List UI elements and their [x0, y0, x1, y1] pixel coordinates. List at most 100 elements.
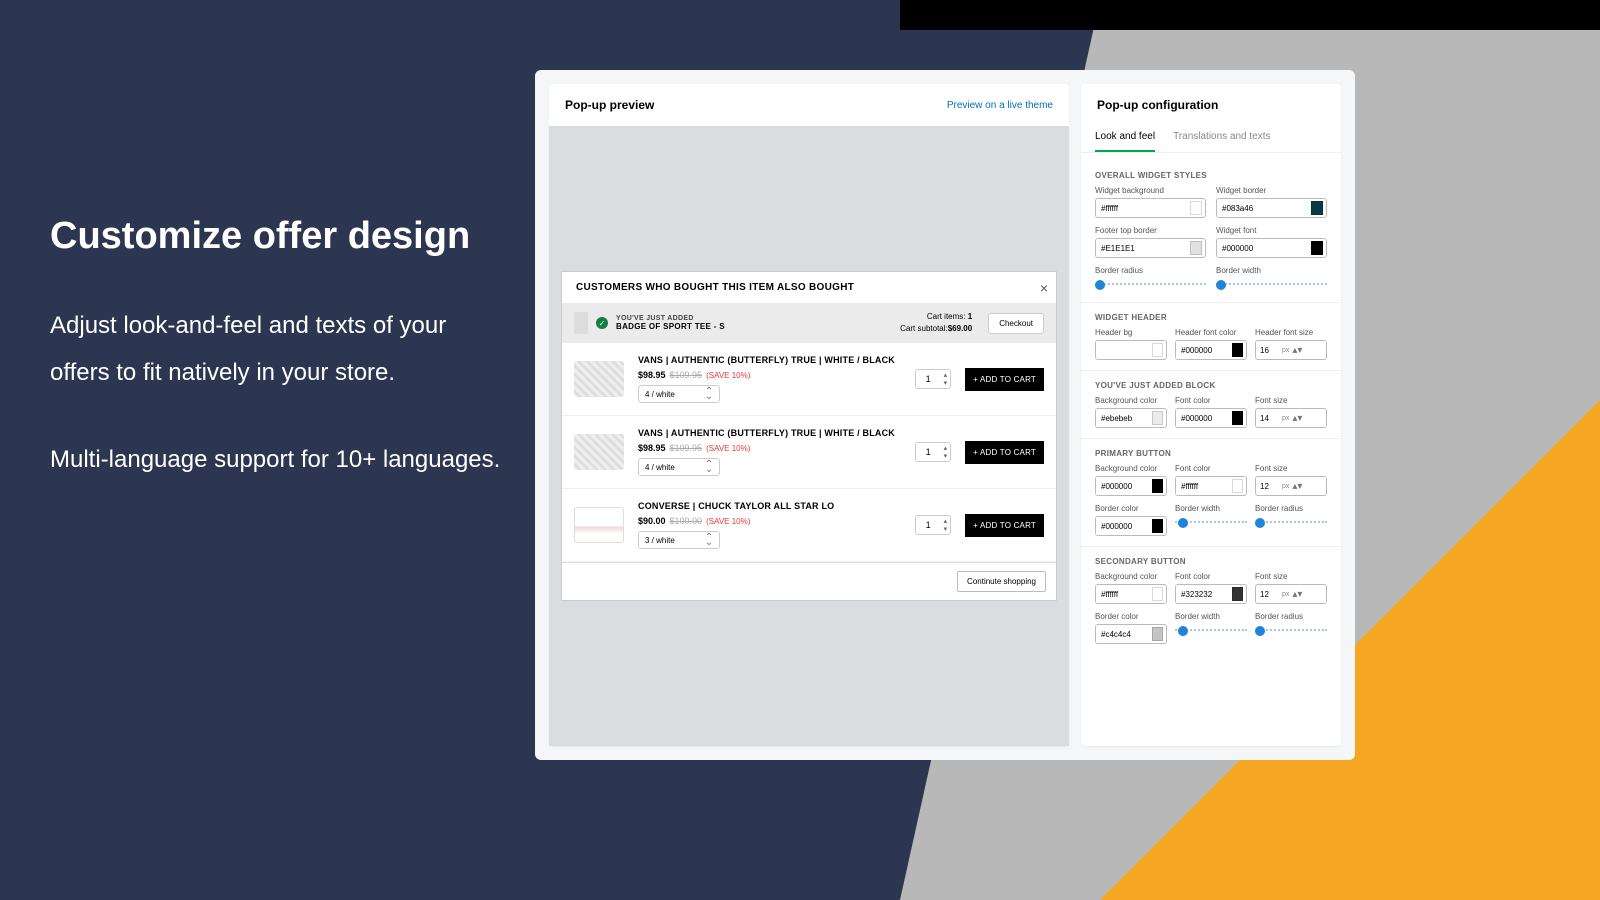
added-name: BADGE OF SPORT TEE - S: [616, 322, 892, 331]
product-info: CONVERSE | CHUCK TAYLOR ALL STAR LO $90.…: [638, 501, 901, 549]
slider-pbtn-border-radius[interactable]: [1255, 516, 1327, 530]
config-body[interactable]: OVERALL WIDGET STYLES Widget background …: [1081, 153, 1341, 746]
field-widget-border: Widget border: [1216, 186, 1327, 218]
product-thumb: [574, 507, 624, 543]
field-pbtn-border-color: Border color: [1095, 504, 1167, 536]
field-pbtn-font-color: Font color: [1175, 464, 1247, 496]
preview-live-link[interactable]: Preview on a live theme: [947, 100, 1053, 111]
product-row: VANS | AUTHENTIC (BUTTERFLY) TRUE | WHIT…: [562, 343, 1056, 416]
slider-border-radius[interactable]: [1095, 278, 1206, 292]
swatch-sbtn-font-color[interactable]: [1232, 587, 1243, 601]
product-list[interactable]: VANS | AUTHENTIC (BUTTERFLY) TRUE | WHIT…: [562, 343, 1056, 562]
slider-sbtn-border-width[interactable]: [1175, 624, 1247, 638]
add-to-cart-button[interactable]: + ADD TO CART: [965, 441, 1044, 464]
input-added-font-size[interactable]: [1256, 414, 1282, 423]
continue-row: Continute shopping: [562, 562, 1056, 600]
swatch-pbtn-font-color[interactable]: [1232, 479, 1243, 493]
input-pbtn-font-color[interactable]: [1176, 477, 1229, 495]
field-pbtn-border-width: Border width: [1175, 504, 1247, 536]
marketing-title: Customize offer design: [50, 215, 510, 258]
quantity-stepper[interactable]: 1▴▾: [915, 369, 952, 389]
field-pbtn-font-size: Font size px▴▾: [1255, 464, 1327, 496]
input-header-font-color[interactable]: [1176, 341, 1229, 359]
product-price: $90.00$100.00(SAVE 10%): [638, 516, 901, 526]
stepper-icon[interactable]: ▴▾: [1292, 592, 1302, 597]
checkout-button[interactable]: Checkout: [988, 313, 1044, 334]
swatch-pbtn-border-color[interactable]: [1152, 519, 1163, 533]
field-widget-font: Widget font: [1216, 226, 1327, 258]
input-added-bg[interactable]: [1096, 409, 1149, 427]
input-pbtn-bg[interactable]: [1096, 477, 1149, 495]
swatch-widget-bg[interactable]: [1190, 201, 1202, 215]
input-sbtn-bg[interactable]: [1096, 585, 1149, 603]
input-sbtn-border-color[interactable]: [1096, 625, 1149, 643]
tab-look-and-feel[interactable]: Look and feel: [1095, 126, 1155, 152]
check-icon: ✓: [596, 317, 608, 329]
quantity-stepper[interactable]: 1▴▾: [915, 442, 952, 462]
swatch-sbtn-bg[interactable]: [1152, 587, 1163, 601]
swatch-added-bg[interactable]: [1152, 411, 1163, 425]
slider-sbtn-border-radius[interactable]: [1255, 624, 1327, 638]
input-pbtn-border-color[interactable]: [1096, 517, 1149, 535]
input-header-font-size[interactable]: [1256, 346, 1282, 355]
add-to-cart-button[interactable]: + ADD TO CART: [965, 368, 1044, 391]
swatch-header-font-color[interactable]: [1232, 343, 1243, 357]
swatch-footer-border[interactable]: [1190, 241, 1202, 255]
chevron-icon: ⌃⌄: [705, 389, 713, 399]
field-sbtn-border-width: Border width: [1175, 612, 1247, 644]
field-header-font-size: Header font size px▴▾: [1255, 328, 1327, 360]
swatch-pbtn-bg[interactable]: [1152, 479, 1163, 493]
stepper-icon[interactable]: ▴▾: [1292, 348, 1302, 353]
tab-translations[interactable]: Translations and texts: [1173, 126, 1270, 152]
input-widget-border[interactable]: [1217, 199, 1308, 217]
swatch-added-font-color[interactable]: [1232, 411, 1243, 425]
slider-border-width[interactable]: [1216, 278, 1327, 292]
stepper-icon[interactable]: ▴▾: [1292, 484, 1302, 489]
stepper-icon[interactable]: ▴▾: [941, 371, 951, 387]
stepper-icon[interactable]: ▴▾: [941, 444, 951, 460]
field-sbtn-border-color: Border color: [1095, 612, 1167, 644]
variant-select[interactable]: 4 / white⌃⌄: [638, 458, 720, 476]
just-added-bar: ✓ YOU'VE JUST ADDED BADGE OF SPORT TEE -…: [562, 303, 1056, 343]
product-name: VANS | AUTHENTIC (BUTTERFLY) TRUE | WHIT…: [638, 355, 901, 365]
added-text: YOU'VE JUST ADDED BADGE OF SPORT TEE - S: [616, 315, 892, 331]
field-border-width: Border width: [1216, 266, 1327, 292]
swatch-widget-font[interactable]: [1311, 241, 1323, 255]
field-added-font-size: Font size px▴▾: [1255, 396, 1327, 428]
swatch-header-bg[interactable]: [1152, 343, 1163, 357]
input-sbtn-font-size[interactable]: [1256, 590, 1282, 599]
input-added-font-color[interactable]: [1176, 409, 1229, 427]
swatch-sbtn-border-color[interactable]: [1152, 627, 1163, 641]
preview-title: Pop-up preview: [565, 98, 654, 112]
continue-shopping-button[interactable]: Continute shopping: [957, 571, 1046, 592]
section-overall: OVERALL WIDGET STYLES: [1095, 171, 1327, 180]
input-header-bg[interactable]: [1096, 341, 1149, 359]
input-footer-border[interactable]: [1096, 239, 1187, 257]
product-thumb: [574, 434, 624, 470]
product-price: $98.95$109.95(SAVE 10%): [638, 370, 901, 380]
variant-select[interactable]: 4 / white⌃⌄: [638, 385, 720, 403]
stepper-icon[interactable]: ▴▾: [941, 517, 951, 533]
quantity-stepper[interactable]: 1▴▾: [915, 515, 952, 535]
input-sbtn-font-color[interactable]: [1176, 585, 1229, 603]
section-primary-button: PRIMARY BUTTON: [1095, 449, 1327, 458]
product-name: CONVERSE | CHUCK TAYLOR ALL STAR LO: [638, 501, 901, 511]
field-pbtn-bg: Background color: [1095, 464, 1167, 496]
product-thumb: [574, 361, 624, 397]
close-icon[interactable]: ×: [1040, 280, 1048, 296]
field-added-font-color: Font color: [1175, 396, 1247, 428]
add-to-cart-button[interactable]: + ADD TO CART: [965, 514, 1044, 537]
input-widget-bg[interactable]: [1096, 199, 1187, 217]
input-pbtn-font-size[interactable]: [1256, 482, 1282, 491]
slider-pbtn-border-width[interactable]: [1175, 516, 1247, 530]
config-title: Pop-up configuration: [1097, 98, 1218, 112]
added-label: YOU'VE JUST ADDED: [616, 315, 892, 322]
input-widget-font[interactable]: [1217, 239, 1308, 257]
swatch-widget-border[interactable]: [1311, 201, 1323, 215]
variant-select[interactable]: 3 / white⌃⌄: [638, 531, 720, 549]
stepper-icon[interactable]: ▴▾: [1292, 416, 1302, 421]
field-header-font-color: Header font color: [1175, 328, 1247, 360]
config-tabs: Look and feel Translations and texts: [1081, 126, 1341, 153]
section-added: YOU'VE JUST ADDED BLOCK: [1095, 381, 1327, 390]
field-sbtn-font-color: Font color: [1175, 572, 1247, 604]
